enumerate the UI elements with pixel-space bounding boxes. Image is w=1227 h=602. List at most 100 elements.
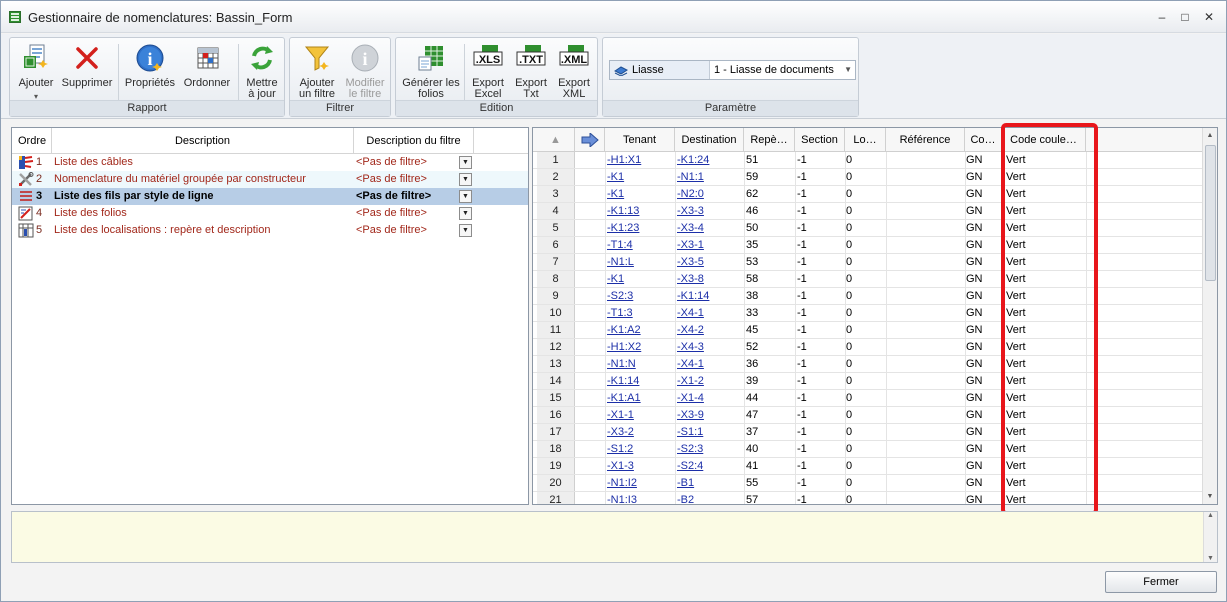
row-number[interactable]: 16: [537, 407, 575, 423]
generate-sheets-button[interactable]: Générer les folios: [398, 42, 464, 100]
row-number[interactable]: 4: [537, 203, 575, 219]
cell-destination[interactable]: -X3-9: [677, 407, 704, 423]
header-filter-description[interactable]: Description du filtre: [354, 128, 474, 154]
grid-vertical-scrollbar[interactable]: ▲ ▼: [1202, 128, 1217, 504]
cell-destination[interactable]: -X1-2: [677, 373, 704, 389]
cell-tenant[interactable]: -S1:2: [607, 441, 633, 457]
row-number[interactable]: 14: [537, 373, 575, 389]
row-number[interactable]: 7: [537, 254, 575, 270]
table-row[interactable]: 15 -K1:A1 -X1-4 44 -1 0 GN Vert: [533, 390, 1203, 407]
liasse-select[interactable]: Liasse 1 - Liasse de documents ▼: [609, 60, 856, 80]
header-repere[interactable]: Repè…: [744, 128, 795, 152]
table-row[interactable]: 4 -K1:13 -X3-3 46 -1 0 GN Vert: [533, 203, 1203, 220]
table-row[interactable]: 7 -N1:L -X3-5 53 -1 0 GN Vert: [533, 254, 1203, 271]
table-row[interactable]: 10 -T1:3 -X4-1 33 -1 0 GN Vert: [533, 305, 1203, 322]
cell-destination[interactable]: -X3-4: [677, 220, 704, 236]
cell-tenant[interactable]: -X3-2: [607, 424, 634, 440]
header-couleur[interactable]: Co…: [965, 128, 1002, 152]
table-row[interactable]: 17 -X3-2 -S1:1 37 -1 0 GN Vert: [533, 424, 1203, 441]
table-row[interactable]: 11 -K1:A2 -X4-2 45 -1 0 GN Vert: [533, 322, 1203, 339]
cell-destination[interactable]: -B1: [677, 475, 694, 491]
export-excel-button[interactable]: .XLS Export Excel: [467, 42, 509, 100]
cell-destination[interactable]: -X3-1: [677, 237, 704, 253]
cell-destination[interactable]: -X1-4: [677, 390, 704, 406]
scroll-up-icon[interactable]: ▲: [1204, 512, 1217, 519]
table-row[interactable]: 2 -K1 -N1:1 59 -1 0 GN Vert: [533, 169, 1203, 186]
cell-destination[interactable]: -N2:0: [677, 186, 704, 202]
cell-destination[interactable]: -S2:4: [677, 458, 703, 474]
cell-destination[interactable]: -X3-3: [677, 203, 704, 219]
table-row[interactable]: 19 -X1-3 -S2:4 41 -1 0 GN Vert: [533, 458, 1203, 475]
cell-tenant[interactable]: -T1:3: [607, 305, 633, 321]
cell-destination[interactable]: -X3-8: [677, 271, 704, 287]
row-number[interactable]: 2: [537, 169, 575, 185]
cell-tenant[interactable]: -H1:X2: [607, 339, 641, 355]
chevron-down-icon[interactable]: ▼: [459, 224, 472, 237]
row-number[interactable]: 17: [537, 424, 575, 440]
row-number[interactable]: 3: [537, 186, 575, 202]
export-txt-button[interactable]: .TXT Export Txt: [510, 42, 552, 100]
row-number[interactable]: 10: [537, 305, 575, 321]
scroll-down-icon[interactable]: ▼: [1203, 489, 1217, 504]
scroll-up-icon[interactable]: ▲: [1203, 128, 1217, 143]
row-number[interactable]: 20: [537, 475, 575, 491]
notes-area[interactable]: ▲ ▼: [11, 511, 1218, 563]
table-row[interactable]: 6 -T1:4 -X3-1 35 -1 0 GN Vert: [533, 237, 1203, 254]
row-number[interactable]: 21: [537, 492, 575, 504]
row-number[interactable]: 18: [537, 441, 575, 457]
table-row[interactable]: 16 -X1-1 -X3-9 47 -1 0 GN Vert: [533, 407, 1203, 424]
table-row[interactable]: 8 -K1 -X3-8 58 -1 0 GN Vert: [533, 271, 1203, 288]
table-row[interactable]: 14 -K1:14 -X1-2 39 -1 0 GN Vert: [533, 373, 1203, 390]
cell-destination[interactable]: -B2: [677, 492, 694, 504]
cell-destination[interactable]: -K1:14: [677, 288, 709, 304]
header-section[interactable]: Section: [795, 128, 845, 152]
cell-destination[interactable]: -S2:3: [677, 441, 703, 457]
export-xml-button[interactable]: .XML Export XML: [553, 42, 595, 100]
chevron-down-icon[interactable]: ▼: [459, 190, 472, 203]
cell-tenant[interactable]: -T1:4: [607, 237, 633, 253]
cell-tenant[interactable]: -X1-3: [607, 458, 634, 474]
cell-tenant[interactable]: -K1:13: [607, 203, 639, 219]
order-button[interactable]: Ordonner: [179, 42, 235, 89]
row-number[interactable]: 15: [537, 390, 575, 406]
add-report-button[interactable]: Ajouter ▾: [14, 42, 58, 102]
table-row[interactable]: 5 -K1:23 -X3-4 50 -1 0 GN Vert: [533, 220, 1203, 237]
chevron-down-icon[interactable]: ▼: [459, 173, 472, 186]
cell-tenant[interactable]: -N1:N: [607, 356, 636, 372]
cell-tenant[interactable]: -K1: [607, 169, 624, 185]
row-number[interactable]: 1: [537, 152, 575, 168]
scroll-thumb[interactable]: [1205, 145, 1216, 281]
cell-destination[interactable]: -X4-1: [677, 356, 704, 372]
cell-tenant[interactable]: -N1:I3: [607, 492, 637, 504]
row-number[interactable]: 9: [537, 288, 575, 304]
header-reference[interactable]: Référence: [886, 128, 965, 152]
row-number[interactable]: 11: [537, 322, 575, 338]
cell-tenant[interactable]: -K1:A1: [607, 390, 641, 406]
header-destination[interactable]: Destination: [675, 128, 744, 152]
cell-destination[interactable]: -X4-2: [677, 322, 704, 338]
report-row[interactable]: 1 Liste des câbles <Pas de filtre> ▼: [12, 154, 528, 171]
table-row[interactable]: 1 -H1:X1 -K1:24 51 -1 0 GN Vert: [533, 152, 1203, 169]
header-code-couleur[interactable]: Code coule…: [1002, 128, 1086, 152]
row-number[interactable]: 13: [537, 356, 575, 372]
scroll-down-icon[interactable]: ▼: [1204, 555, 1217, 562]
cell-tenant[interactable]: -S2:3: [607, 288, 633, 304]
add-filter-button[interactable]: Ajouter un filtre: [293, 42, 341, 100]
header-ordre[interactable]: Ordre: [12, 128, 52, 154]
table-row[interactable]: 9 -S2:3 -K1:14 38 -1 0 GN Vert: [533, 288, 1203, 305]
cell-destination[interactable]: -X3-5: [677, 254, 704, 270]
cell-destination[interactable]: -X4-1: [677, 305, 704, 321]
row-number[interactable]: 6: [537, 237, 575, 253]
header-description[interactable]: Description: [52, 128, 354, 154]
close-button[interactable]: ✕: [1200, 9, 1218, 25]
cell-destination[interactable]: -S1:1: [677, 424, 703, 440]
row-number[interactable]: 5: [537, 220, 575, 236]
chevron-down-icon[interactable]: ▼: [459, 207, 472, 220]
cell-tenant[interactable]: -X1-1: [607, 407, 634, 423]
minimize-button[interactable]: –: [1153, 9, 1171, 25]
row-number[interactable]: 12: [537, 339, 575, 355]
cell-tenant[interactable]: -K1: [607, 186, 624, 202]
cell-tenant[interactable]: -H1:X1: [607, 152, 641, 168]
report-row[interactable]: 5 Liste des localisations : repère et de…: [12, 222, 528, 239]
table-row[interactable]: 18 -S1:2 -S2:3 40 -1 0 GN Vert: [533, 441, 1203, 458]
